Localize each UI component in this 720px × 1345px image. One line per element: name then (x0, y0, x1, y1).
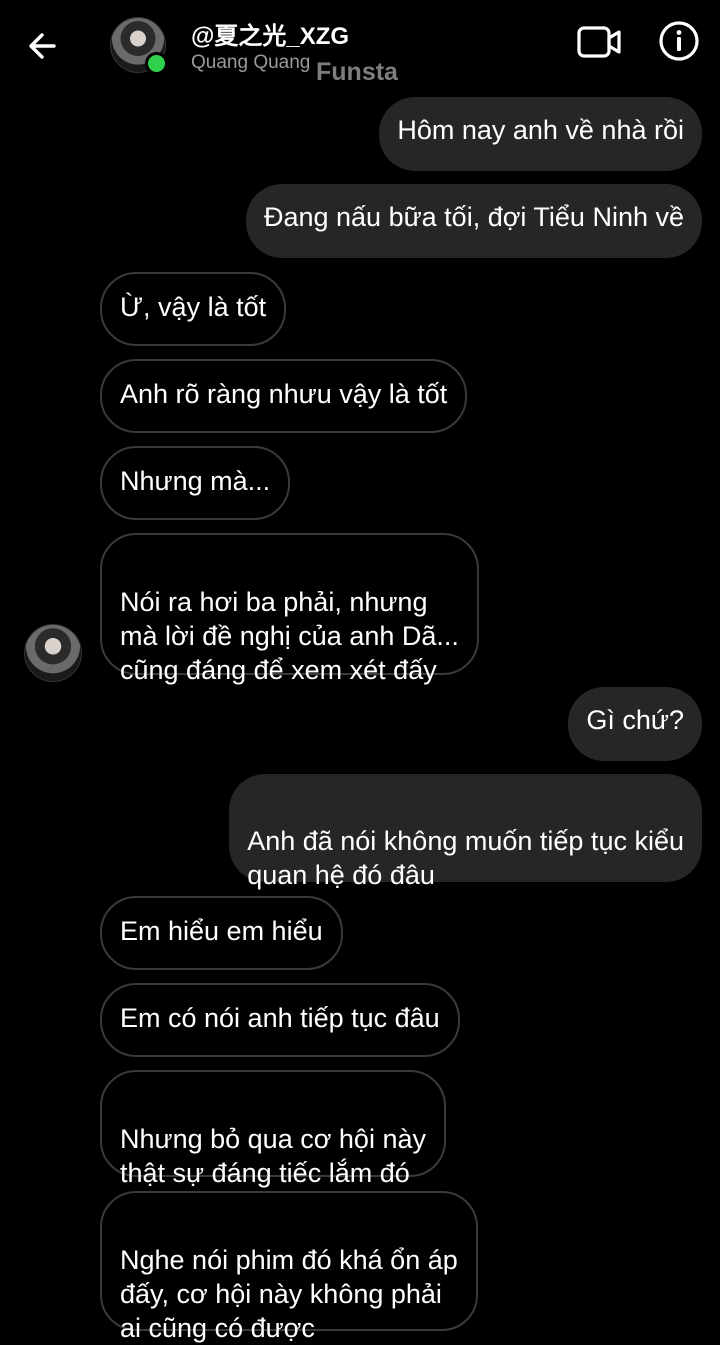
message-text: Nhưng bỏ qua cơ hội này thật sự đáng tiế… (120, 1124, 426, 1188)
message-sent[interactable]: Gì chứ? (568, 687, 702, 761)
chat-header: @夏之光_XZG Quang Quang Funsta (0, 0, 720, 88)
watermark: Funsta (316, 58, 398, 86)
message-received[interactable]: Ừ, vậy là tốt (100, 272, 287, 346)
message-text: Nói ra hơi ba phải, nhưng mà lời đề nghị… (120, 587, 459, 685)
message-text: Em có nói anh tiếp tục đâu (120, 1003, 440, 1033)
message-text: Anh đã nói không muốn tiếp tục kiểu quan… (247, 826, 684, 890)
video-call-button[interactable] (576, 22, 622, 62)
online-status-dot (145, 52, 168, 75)
message-received[interactable]: Nói ra hơi ba phải, nhưng mà lời đề nghị… (100, 533, 479, 685)
message-sent[interactable]: Hôm nay anh về nhà rồi (379, 97, 702, 171)
message-sent[interactable]: Anh đã nói không muốn tiếp tục kiểu quan… (229, 774, 702, 890)
message-text: Đang nấu bữa tối, đợi Tiểu Ninh về (263, 202, 684, 232)
message-received[interactable]: Anh rõ ràng nhưu vậy là tốt (100, 359, 468, 433)
sender-avatar[interactable] (24, 624, 82, 682)
message-received[interactable]: Nghe nói phim đó khá ổn áp đấy, cơ hội n… (100, 1191, 478, 1343)
arrow-left-icon (29, 33, 56, 59)
message-text: Anh rõ ràng nhưu vậy là tốt (120, 379, 448, 409)
message-text: Em hiểu em hiểu (120, 916, 323, 946)
message-text: Hôm nay anh về nhà rồi (397, 115, 684, 145)
video-camera-icon (577, 26, 621, 58)
message-received[interactable]: Em hiểu em hiểu (100, 896, 343, 970)
chat-title[interactable]: @夏之光_XZG (191, 16, 349, 51)
message-text: Nhưng mà... (120, 466, 271, 496)
message-received[interactable]: Em có nói anh tiếp tục đâu (100, 983, 460, 1057)
message-sent[interactable]: Đang nấu bữa tối, đợi Tiểu Ninh về (245, 184, 702, 258)
info-button[interactable] (658, 20, 700, 62)
header-avatar[interactable] (110, 17, 168, 75)
message-text: Ừ, vậy là tốt (120, 292, 267, 322)
message-received[interactable]: Nhưng bỏ qua cơ hội này thật sự đáng tiế… (100, 1070, 446, 1188)
message-received[interactable]: Nhưng mà... (100, 446, 291, 520)
message-text: Nghe nói phim đó khá ổn áp đấy, cơ hội n… (120, 1245, 458, 1343)
message-text: Gì chứ? (586, 705, 684, 735)
chat-subtitle: Quang Quang (191, 52, 311, 73)
info-icon (659, 21, 699, 61)
back-button[interactable] (24, 26, 64, 66)
